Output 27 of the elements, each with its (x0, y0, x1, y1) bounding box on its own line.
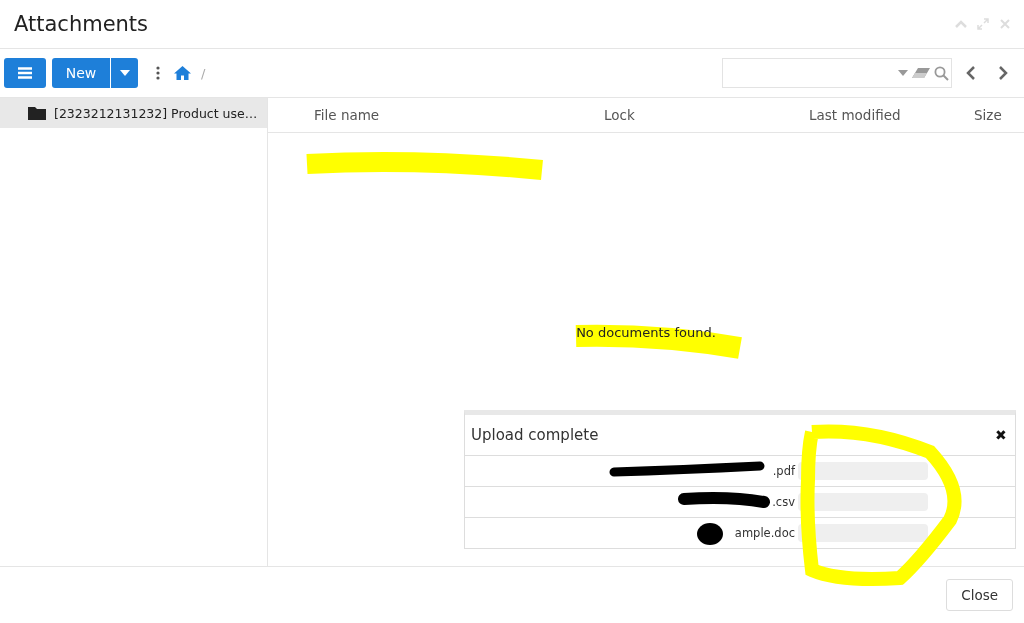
menu-button[interactable] (4, 58, 46, 88)
folder-icon (28, 106, 46, 120)
search-icon[interactable] (934, 65, 949, 81)
close-button[interactable]: Close (946, 579, 1013, 611)
new-button[interactable]: New (52, 58, 110, 88)
redaction-mark (697, 523, 723, 545)
file-name: .csv (772, 495, 795, 509)
eraser-icon[interactable] (912, 68, 930, 78)
file-name: ample.doc (734, 526, 795, 540)
caret-icon (119, 70, 130, 76)
column-header[interactable]: File name (314, 107, 604, 123)
caret-icon[interactable] (898, 70, 908, 76)
window-title: Attachments (14, 12, 149, 36)
panel-title: Upload complete (471, 426, 599, 444)
file-name: .pdf (772, 464, 795, 478)
dropdown-button[interactable] (111, 58, 138, 88)
previous-icon[interactable] (966, 66, 976, 80)
breadcrumb-separator: / (201, 65, 206, 81)
next-icon[interactable] (998, 66, 1008, 80)
menu-icon (17, 67, 33, 79)
home-icon[interactable] (174, 66, 191, 80)
search-field[interactable] (722, 58, 952, 88)
more-icon[interactable] (156, 66, 160, 80)
column-header[interactable]: Lock (604, 107, 794, 123)
folder-item[interactable]: [2323212131232] Product use… (0, 98, 267, 128)
column-header[interactable]: Last modified (794, 107, 944, 123)
column-header[interactable]: Size (944, 107, 1024, 123)
